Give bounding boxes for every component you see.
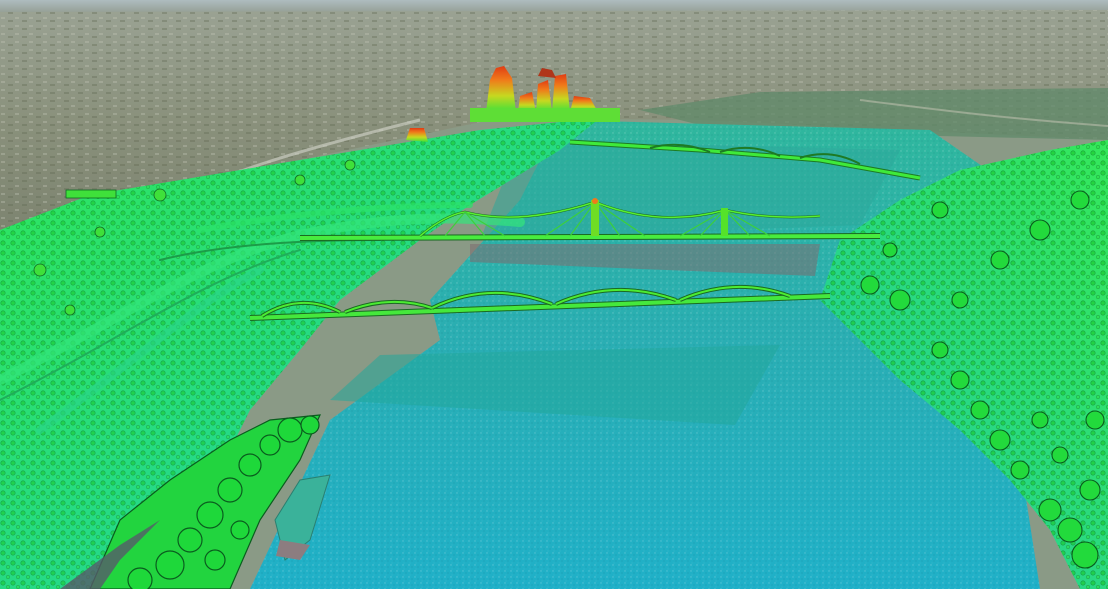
lidar-3d-view bbox=[0, 0, 1108, 589]
